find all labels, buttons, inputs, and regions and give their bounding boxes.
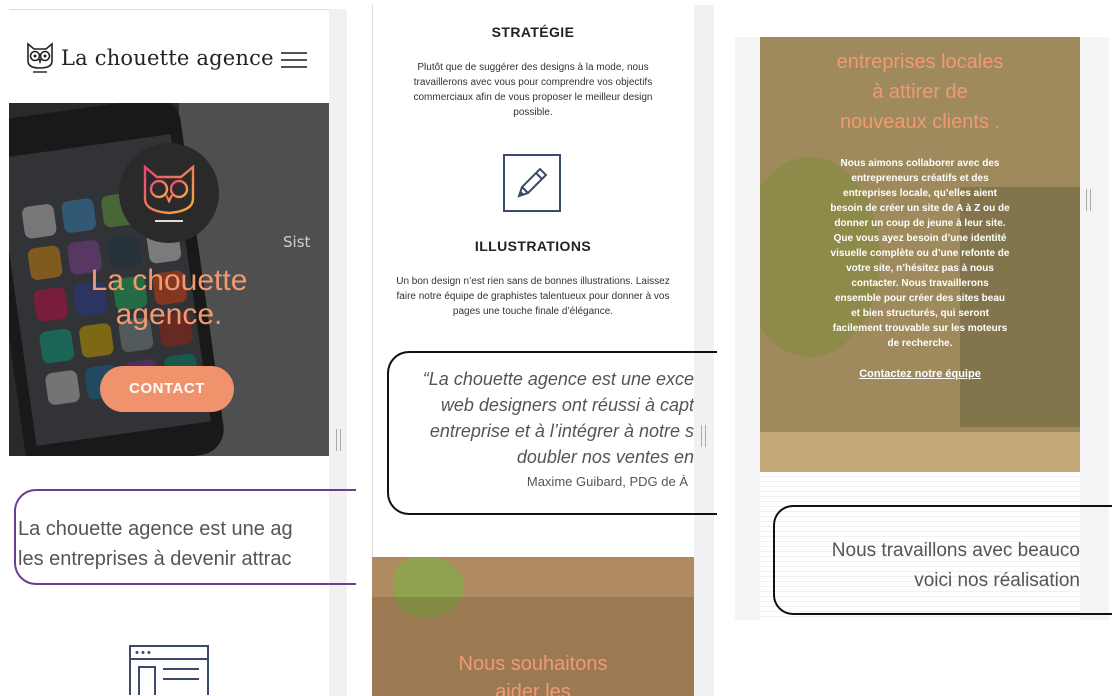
brand-name: La chouette agence [61, 46, 274, 70]
intro-quote-1: La chouette agence est une ag les entrep… [18, 514, 328, 574]
hero-banner: Sist La chouette agence. CONTACT [9, 103, 329, 456]
contact-button[interactable]: CONTACT [100, 366, 234, 412]
portfolio-intro: Nous travaillons avec beauco voici nos r… [760, 536, 1080, 596]
about-body: Nous aimons collaborer avec des entrepre… [830, 158, 1010, 349]
about-title-line-3: nouveaux clients . [839, 111, 1001, 133]
hamburger-menu-icon[interactable] [281, 52, 309, 70]
scrollbar-grip-icon[interactable] [336, 429, 341, 451]
top-divider [9, 9, 329, 10]
kraft-section-title: Nous souhaitons aider les [372, 650, 694, 696]
hero-title: La chouette agence. [9, 264, 329, 332]
hero-sketch-text: Sist [283, 233, 311, 251]
about-title: entreprises locales à attirer de nouveau… [760, 47, 1080, 137]
hero-title-line-1: La chouette [90, 264, 248, 297]
strategy-title: STRATÉGIE [491, 24, 575, 40]
left-gutter-panel-3 [735, 37, 760, 620]
portfolio-line-1: Nous travaillons avec beauco [831, 540, 1080, 561]
kraft-bottom-strip [760, 432, 1080, 472]
brand-logo-link[interactable]: La chouette agence [25, 41, 274, 75]
intro-quote-line-1: La chouette agence est une ag [18, 518, 293, 540]
testimonial-line-2: web designers ont réussi à capt [440, 395, 694, 415]
pencil-icon [503, 154, 561, 212]
browser-window-icon [129, 645, 209, 696]
about-title-line-2: à attirer de [872, 81, 968, 103]
testimonial-quote: “La chouette agence est une exce web des… [372, 366, 694, 470]
scrollbar-panel-1[interactable] [329, 9, 347, 696]
hero-title-line-2: agence. [115, 298, 223, 331]
testimonial-author: Maxime Guibard, PDG de À [526, 474, 688, 489]
illustrations-body: Un bon design n’est rien sans de bonnes … [396, 276, 670, 317]
about-title-line-1: entreprises locales [836, 51, 1004, 73]
mobile-view-home: La chouette agence Sist La chouette agen… [9, 9, 329, 696]
strategy-body: Plutôt que de suggérer des designs à la … [413, 62, 653, 118]
contact-team-link[interactable]: Contactez notre équipe [760, 368, 1080, 380]
illustrations-title: ILLUSTRATIONS [474, 238, 592, 254]
kraft-title-line-1: Nous souhaitons [458, 653, 608, 675]
owl-logo-icon [27, 42, 53, 73]
testimonial-line-4: doubler nos ventes en [516, 447, 694, 467]
portfolio-line-2: voici nos réalisation [914, 570, 1080, 591]
hero-logo-badge [119, 143, 219, 243]
owl-hero-icon [143, 164, 195, 222]
intro-quote-line-2: les entreprises à devenir attrac [18, 548, 292, 570]
testimonial-line-1: “La chouette agence est une exce [422, 369, 694, 389]
scrollbar-grip-icon[interactable] [1086, 189, 1091, 211]
kraft-title-line-2: aider les [495, 681, 571, 696]
testimonial-line-3: entreprise et à l’intégrer à notre s [429, 421, 694, 441]
